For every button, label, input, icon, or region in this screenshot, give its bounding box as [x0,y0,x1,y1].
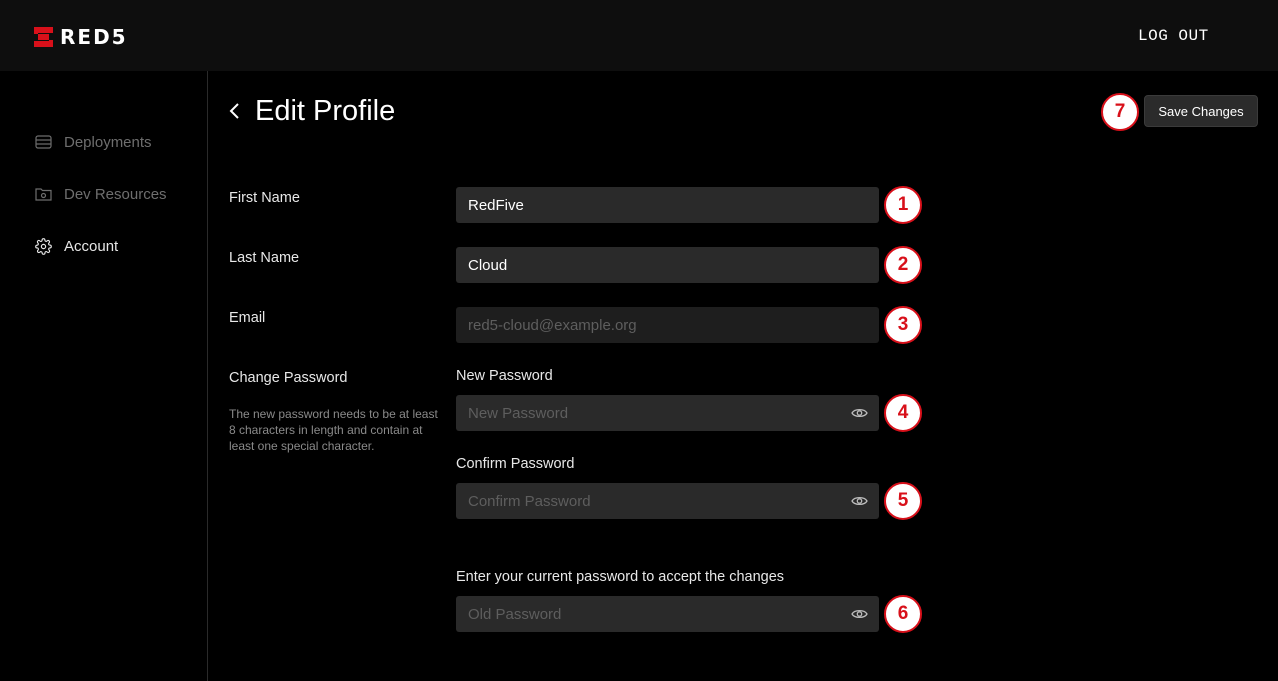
sidebar-item-label: Account [64,237,119,255]
annotation-marker-4: 4 [884,394,922,432]
folder-icon [34,185,52,203]
old-password-field[interactable] [456,596,879,632]
eye-icon[interactable] [850,406,868,420]
annotation-marker-1: 1 [884,186,922,224]
eye-icon[interactable] [850,494,868,508]
current-password-label: Enter your current password to accept th… [456,569,785,585]
confirm-password-label: Confirm Password [456,456,575,472]
red5-logo[interactable]: RED5 [34,26,128,48]
annotation-marker-3: 3 [884,306,922,344]
new-password-field[interactable] [456,395,879,431]
sidebar-item-account[interactable]: Account [34,237,118,255]
red5-logo-mark-icon [34,27,53,47]
save-changes-button[interactable]: Save Changes [1144,95,1258,127]
page-header: Edit Profile [228,93,395,129]
back-chevron-icon[interactable] [228,101,244,121]
last-name-label: Last Name [229,250,300,266]
sidebar-item-label: Dev Resources [64,185,167,203]
annotation-marker-2: 2 [884,246,922,284]
logout-button[interactable]: LOG OUT [1138,27,1209,45]
annotation-marker-6: 6 [884,595,922,633]
gear-icon [34,237,52,255]
brand-name: RED5 [60,25,128,49]
sidebar-item-label: Deployments [64,133,152,151]
confirm-password-field[interactable] [456,483,879,519]
email-label: Email [229,310,266,326]
deployments-icon [34,133,52,151]
password-requirements-hint: The new password needs to be at least 8 … [229,407,438,453]
annotation-marker-5: 5 [884,482,922,520]
annotation-marker-7: 7 [1101,93,1139,131]
new-password-label: New Password [456,368,553,384]
email-field [456,307,879,343]
first-name-label: First Name [229,190,300,206]
page-title: Edit Profile [255,94,396,127]
eye-icon[interactable] [850,607,868,621]
sidebar-item-dev-resources[interactable]: Dev Resources [34,185,167,203]
last-name-field[interactable] [456,247,879,283]
first-name-field[interactable] [456,187,879,223]
sidebar-item-deployments[interactable]: Deployments [34,133,152,151]
sidebar: Deployments Dev Resources Account [0,71,208,681]
change-password-label: Change Password [229,370,348,386]
top-bar: RED5 LOG OUT [0,0,1278,71]
